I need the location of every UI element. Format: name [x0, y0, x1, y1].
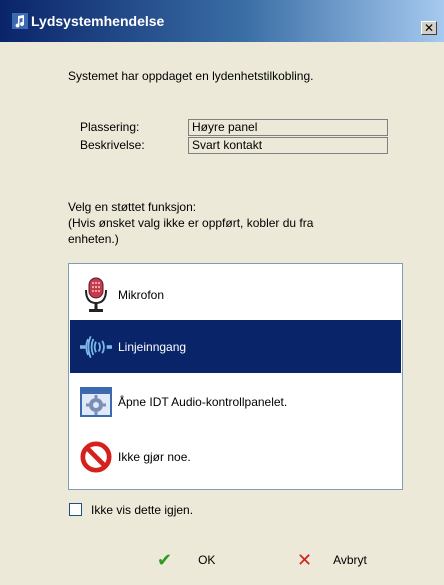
prompt-line-3: enheten.) — [68, 232, 119, 246]
list-item-microphone[interactable]: Mikrofon — [70, 268, 401, 321]
close-icon: ✕ — [423, 21, 435, 35]
window-title: Lydsystemhendelse — [31, 13, 165, 29]
option-label: Linjeinngang — [118, 339, 187, 354]
cross-icon: ✕ — [297, 549, 313, 570]
ok-label: OK — [198, 553, 216, 567]
list-item-control-panel[interactable]: Åpne IDT Audio-kontrollpanelet. — [70, 375, 401, 428]
description-field: Svart kontakt — [188, 137, 388, 154]
ok-button[interactable]: ✔ OK — [157, 548, 215, 572]
checkmark-icon: ✔ — [157, 549, 173, 570]
control-panel-icon — [80, 383, 112, 421]
description-label: Beskrivelse: — [80, 138, 145, 152]
title-bar: Lydsystemhendelse — [0, 0, 444, 42]
location-label: Plassering: — [80, 120, 140, 134]
prompt-line-1: Velg en støttet funksjon: — [68, 200, 197, 214]
music-note-icon — [12, 13, 28, 29]
option-label: Åpne IDT Audio-kontrollpanelet. — [118, 394, 288, 409]
function-list[interactable]: Mikrofon Linjeinngang Åpne IDT Audio-kon… — [68, 263, 403, 490]
prohibited-icon — [80, 438, 112, 476]
dont-show-checkbox[interactable] — [69, 503, 82, 516]
line-in-icon — [80, 328, 112, 366]
microphone-icon — [80, 276, 112, 314]
list-item-do-nothing[interactable]: Ikke gjør noe. — [70, 430, 401, 483]
dont-show-label: Ikke vis dette igjen. — [91, 503, 194, 517]
intro-text: Systemet har oppdaget en lydenhetstilkob… — [68, 69, 314, 83]
option-label: Ikke gjør noe. — [118, 449, 191, 464]
option-label: Mikrofon — [118, 287, 165, 302]
cancel-label: Avbryt — [333, 553, 367, 567]
location-field: Høyre panel — [188, 119, 388, 136]
list-item-line-in[interactable]: Linjeinngang — [70, 320, 401, 373]
prompt-line-2: (Hvis ønsket valg ikke er oppført, koble… — [68, 216, 314, 230]
cancel-button[interactable]: ✕ Avbryt — [297, 548, 367, 572]
close-button[interactable]: ✕ — [421, 21, 437, 35]
